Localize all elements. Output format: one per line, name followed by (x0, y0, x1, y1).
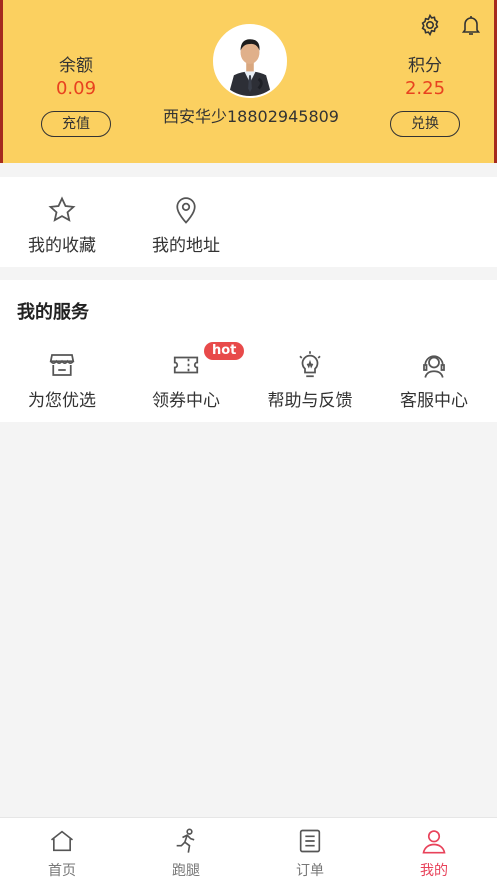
service-item-coupons[interactable]: 领券中心 hot (124, 342, 248, 411)
hot-badge: hot (204, 342, 245, 360)
service-item-support[interactable]: 客服中心 (372, 348, 496, 411)
address-item[interactable]: 我的地址 (124, 193, 248, 256)
location-pin-icon (124, 193, 248, 227)
exchange-button[interactable]: 兑换 (390, 111, 460, 137)
username: 西安华少18802945809 (163, 107, 339, 126)
quick-links-card: 我的收藏 我的地址 (0, 177, 497, 267)
order-list-icon (248, 826, 372, 856)
tab-mine[interactable]: 我的 (372, 826, 496, 880)
tab-errand[interactable]: 跑腿 (124, 826, 248, 880)
store-icon (0, 348, 124, 382)
star-icon (0, 193, 124, 227)
balance-value: 0.09 (55, 78, 97, 99)
home-icon (0, 826, 124, 856)
balance-block: 余额 0.09 充值 (21, 55, 131, 137)
tab-label-mine: 我的 (420, 863, 448, 879)
tab-label-errand: 跑腿 (172, 863, 200, 879)
tab-label-home: 首页 (48, 863, 76, 879)
runner-icon (124, 826, 248, 856)
bottom-tab-bar: 首页 跑腿 订单 我的 (0, 817, 497, 883)
points-label: 积分 (408, 56, 442, 76)
profile-header: 余额 0.09 充值 西安华少18802945809 积分 2.25 兑换 (0, 0, 497, 163)
balance-label: 余额 (59, 56, 93, 76)
bell-icon[interactable] (458, 12, 484, 38)
gear-icon[interactable] (417, 12, 443, 38)
tab-orders[interactable]: 订单 (248, 826, 372, 880)
avatar[interactable] (213, 24, 287, 98)
points-block: 积分 2.25 兑换 (370, 55, 480, 137)
services-title: 我的服务 (17, 302, 89, 323)
user-icon (372, 826, 496, 856)
service-label-help: 帮助与反馈 (267, 391, 353, 411)
tab-label-orders: 订单 (296, 863, 324, 879)
service-item-picks[interactable]: 为您优选 (0, 348, 124, 411)
address-label: 我的地址 (152, 236, 220, 256)
service-item-help[interactable]: 帮助与反馈 (248, 348, 372, 411)
service-label-picks: 为您优选 (28, 391, 96, 411)
lightbulb-icon (248, 348, 372, 382)
tab-home[interactable]: 首页 (0, 826, 124, 880)
favorites-label: 我的收藏 (28, 236, 96, 256)
headset-icon (372, 348, 496, 382)
recharge-button[interactable]: 充值 (41, 111, 111, 137)
favorites-item[interactable]: 我的收藏 (0, 193, 124, 256)
service-label-coupons: 领券中心 (152, 391, 220, 411)
points-value: 2.25 (404, 78, 446, 99)
service-label-support: 客服中心 (400, 391, 468, 411)
services-card: 我的服务 为您优选 领券中心 hot 帮助与反馈 客服中心 (0, 280, 497, 422)
